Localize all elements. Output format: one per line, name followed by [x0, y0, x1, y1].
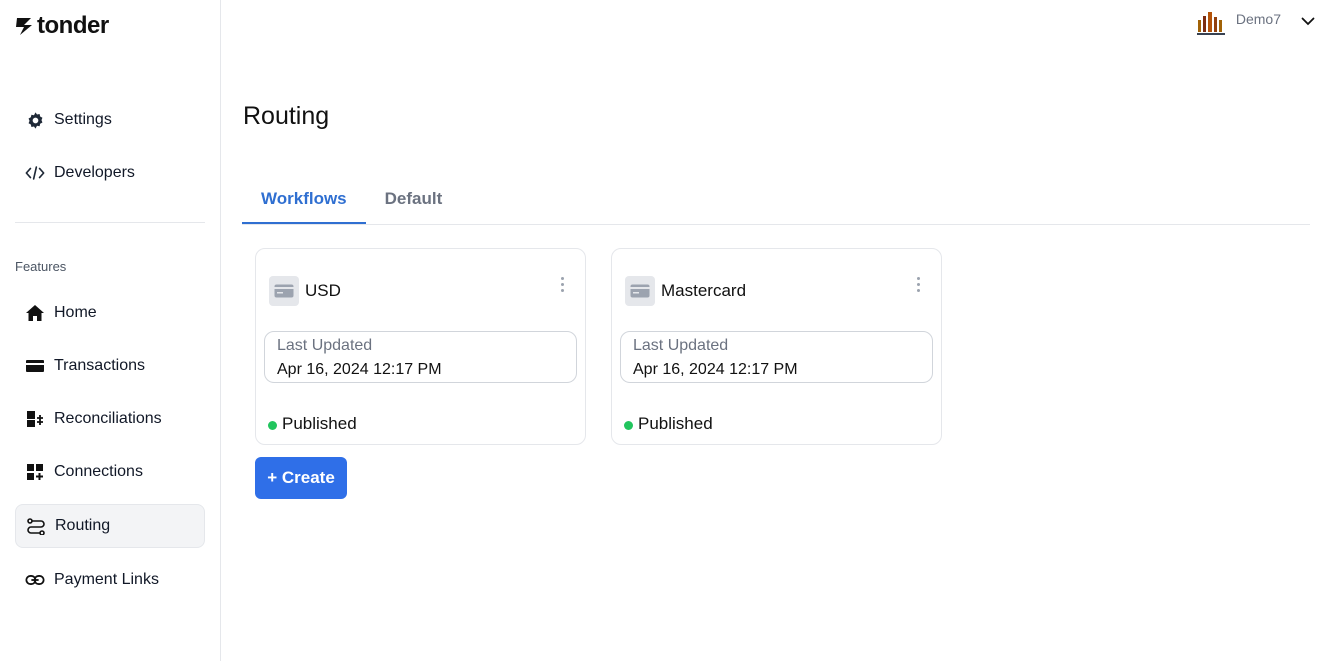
sidebar-item-label: Transactions [54, 357, 145, 374]
tab-workflows[interactable]: Workflows [242, 178, 366, 224]
status-dot-icon [268, 420, 277, 430]
last-updated-value: Apr 16, 2024 12:17 PM [277, 361, 442, 378]
last-updated-label: Last Updated [277, 337, 373, 354]
sidebar-item-settings[interactable]: Settings [15, 98, 205, 142]
sidebar-section-label: Features [15, 259, 67, 274]
user-name: Demo7 [1235, 11, 1281, 27]
workflow-card[interactable]: USD Last Updated Apr 16, 2024 12:17 PM P… [255, 248, 586, 445]
tab-bar: Workflows Default [242, 178, 1310, 225]
sidebar-item-reconciliations[interactable]: Reconciliations [15, 397, 205, 441]
sidebar-item-label: Reconciliations [54, 410, 162, 427]
credit-card-icon [269, 276, 299, 306]
last-updated-value: Apr 16, 2024 12:17 PM [633, 361, 798, 378]
reconcile-icon [25, 409, 45, 429]
brand-logo[interactable]: tonder [15, 12, 109, 40]
status-badge: Published [624, 414, 713, 434]
status-dot-icon [624, 420, 633, 430]
credit-card-icon [625, 276, 655, 306]
sidebar: tonder Settings Developers Features Home… [0, 0, 221, 661]
kebab-menu-icon[interactable] [915, 277, 921, 297]
sidebar-item-transactions[interactable]: Transactions [15, 344, 205, 388]
avatar [1194, 8, 1228, 38]
status-badge: Published [268, 414, 357, 434]
user-menu[interactable]: Demo7 [1194, 8, 1315, 36]
brand-name: tonder [37, 12, 109, 39]
sidebar-item-payment-links[interactable]: Payment Links [15, 558, 205, 602]
sidebar-item-label: Home [54, 304, 97, 321]
sidebar-item-label: Connections [54, 463, 143, 480]
workflow-card-header: USD [269, 276, 341, 306]
link-icon [25, 570, 45, 590]
last-updated-box: Last Updated Apr 16, 2024 12:17 PM [264, 331, 577, 383]
kebab-menu-icon[interactable] [559, 277, 565, 297]
last-updated-box: Last Updated Apr 16, 2024 12:17 PM [620, 331, 933, 383]
sidebar-item-connections[interactable]: Connections [15, 450, 205, 494]
sidebar-divider [15, 222, 205, 223]
card-icon [25, 356, 45, 376]
gear-icon [25, 110, 45, 130]
sidebar-item-developers[interactable]: Developers [15, 151, 205, 195]
code-icon [25, 163, 45, 183]
sidebar-item-routing[interactable]: Routing [15, 504, 205, 548]
status-label: Published [638, 414, 713, 433]
sidebar-item-label: Developers [54, 164, 135, 181]
create-button[interactable]: + Create [255, 457, 347, 499]
sidebar-item-home[interactable]: Home [15, 291, 205, 335]
workflow-name: USD [305, 281, 341, 300]
page-title: Routing [243, 102, 330, 130]
sidebar-item-label: Settings [54, 111, 112, 128]
workflow-name: Mastercard [661, 281, 747, 300]
home-icon [25, 303, 45, 323]
tab-default[interactable]: Default [366, 178, 462, 224]
status-label: Published [282, 414, 357, 433]
last-updated-label: Last Updated [633, 337, 729, 354]
workflow-card-header: Mastercard [625, 276, 746, 306]
grid-plus-icon [25, 462, 45, 482]
sidebar-item-label: Routing [55, 517, 111, 534]
chevron-down-icon [1301, 13, 1315, 31]
bolt-icon [16, 18, 32, 35]
route-icon [26, 516, 46, 536]
workflow-card[interactable]: Mastercard Last Updated Apr 16, 2024 12:… [611, 248, 942, 445]
sidebar-item-label: Payment Links [54, 571, 159, 588]
